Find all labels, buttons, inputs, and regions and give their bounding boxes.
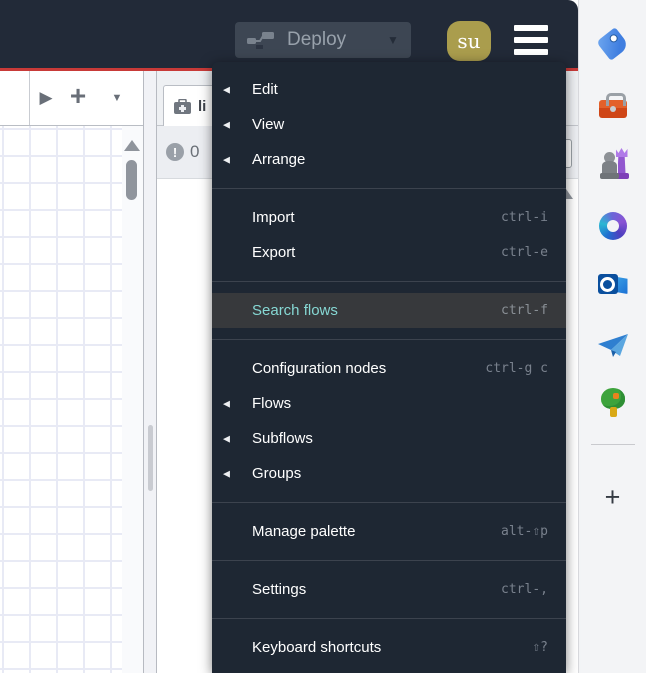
m365-icon[interactable] xyxy=(596,209,630,243)
deploy-button[interactable]: Deploy ▼ xyxy=(235,22,411,58)
menu-item-manage-palette[interactable]: Manage palette alt-⇧p xyxy=(212,514,566,549)
submenu-arrow-icon: ◀ xyxy=(223,154,230,164)
submenu-arrow-icon: ◀ xyxy=(223,84,230,94)
flow-canvas[interactable] xyxy=(0,126,143,673)
add-flow-button[interactable]: + xyxy=(62,71,94,125)
flow-list-button[interactable]: ▼ xyxy=(100,71,134,125)
sidebar-divider xyxy=(591,444,635,445)
sidebar-tab-label: li xyxy=(198,97,207,115)
menu-item-export[interactable]: Export ctrl-e xyxy=(212,235,566,270)
menu-item-flows[interactable]: ◀ Flows xyxy=(212,386,566,421)
app-header: Deploy ▼ su xyxy=(0,0,578,68)
menu-item-label: View xyxy=(252,116,285,133)
add-sidebar-item-button[interactable]: + xyxy=(596,480,630,514)
deploy-nodes-icon xyxy=(247,32,274,49)
medkit-icon xyxy=(174,98,191,114)
submenu-arrow-icon: ◀ xyxy=(223,468,230,478)
menu-item-import[interactable]: Import ctrl-i xyxy=(212,200,566,235)
menu-item-edit[interactable]: ◀ Edit xyxy=(212,72,566,107)
main-menu-dropdown: ◀ Edit ◀ View ◀ Arrange Import ctrl-i Export ctrl… xyxy=(212,62,566,673)
menu-item-arrange[interactable]: ◀ Arrange xyxy=(212,142,566,177)
menu-item-label: Import xyxy=(252,209,295,226)
scroll-up-arrow-icon[interactable] xyxy=(124,140,140,151)
issue-counter[interactable]: ! 0 xyxy=(166,142,199,162)
menu-item-label: Export xyxy=(252,244,296,261)
tabbar-divider xyxy=(29,71,30,125)
menu-item-label: Settings xyxy=(252,581,307,598)
outlook-icon[interactable] xyxy=(596,268,630,302)
menu-item-shortcut: ctrl-, xyxy=(501,582,548,597)
menu-separator xyxy=(212,188,566,189)
menu-item-label: Groups xyxy=(252,465,302,482)
submenu-arrow-icon: ◀ xyxy=(223,398,230,408)
chess-icon[interactable] xyxy=(596,147,630,181)
sidebar-splitter[interactable] xyxy=(143,71,157,673)
menu-item-settings[interactable]: Settings ctrl-, xyxy=(212,572,566,607)
node-red-window: Deploy ▼ su ▶ + ▼ li ! 0 ◀ Edit ◀ View ◀… xyxy=(0,0,578,673)
canvas-scrollbar xyxy=(122,126,143,673)
issue-count: 0 xyxy=(190,142,200,161)
canvas-grid xyxy=(0,126,123,673)
menu-item-label: Subflows xyxy=(252,430,313,447)
menu-item-label: Edit xyxy=(252,81,278,98)
sidebar-scrollbar-thumb[interactable] xyxy=(148,425,153,491)
hamburger-icon xyxy=(514,25,548,31)
menu-item-shortcut: ctrl-g c xyxy=(485,361,548,376)
hamburger-menu-button[interactable] xyxy=(514,25,548,61)
menu-separator xyxy=(212,560,566,561)
menu-item-configuration-nodes[interactable]: Configuration nodes ctrl-g c xyxy=(212,351,566,386)
menu-item-label: Manage palette xyxy=(252,523,356,540)
menu-item-groups[interactable]: ◀ Groups xyxy=(212,456,566,491)
workspace-tabbar: ▶ + ▼ xyxy=(0,71,143,126)
menu-separator xyxy=(212,281,566,282)
tree-icon[interactable] xyxy=(596,386,630,420)
submenu-arrow-icon: ◀ xyxy=(223,433,230,443)
browser-sidebar: + xyxy=(578,0,646,673)
menu-item-keyboard-shortcuts[interactable]: Keyboard shortcuts ⇧? xyxy=(212,630,566,665)
deploy-dropdown-chevron-icon[interactable]: ▼ xyxy=(375,33,411,47)
paper-plane-icon[interactable] xyxy=(596,329,630,363)
menu-item-subflows[interactable]: ◀ Subflows xyxy=(212,421,566,456)
menu-item-label: Flows xyxy=(252,395,292,412)
menu-item-search-flows[interactable]: Search flows ctrl-f xyxy=(212,293,566,328)
menu-item-label: Arrange xyxy=(252,151,306,168)
menu-item-shortcut: ⇧? xyxy=(532,640,548,655)
user-avatar[interactable]: su xyxy=(447,21,491,61)
menu-item-shortcut: ctrl-f xyxy=(501,303,548,318)
menu-item-shortcut: ctrl-e xyxy=(501,245,548,260)
menu-separator xyxy=(212,618,566,619)
menu-item-view[interactable]: ◀ View xyxy=(212,107,566,142)
menu-separator xyxy=(212,502,566,503)
exclamation-circle-icon: ! xyxy=(166,143,184,161)
menu-item-shortcut: alt-⇧p xyxy=(501,524,548,539)
tag-icon[interactable] xyxy=(595,27,630,61)
menu-item-label: Search flows xyxy=(252,302,338,319)
menu-item-label: Keyboard shortcuts xyxy=(252,639,382,656)
submenu-arrow-icon: ◀ xyxy=(223,119,230,129)
menu-item-shortcut: ctrl-i xyxy=(501,210,548,225)
toolbox-icon[interactable] xyxy=(596,88,630,122)
menu-separator xyxy=(212,339,566,340)
scroll-tabs-button[interactable]: ▶ xyxy=(32,71,60,125)
canvas-scrollbar-thumb[interactable] xyxy=(126,160,137,200)
deploy-label: Deploy xyxy=(287,29,347,50)
menu-item-label: Configuration nodes xyxy=(252,360,387,377)
